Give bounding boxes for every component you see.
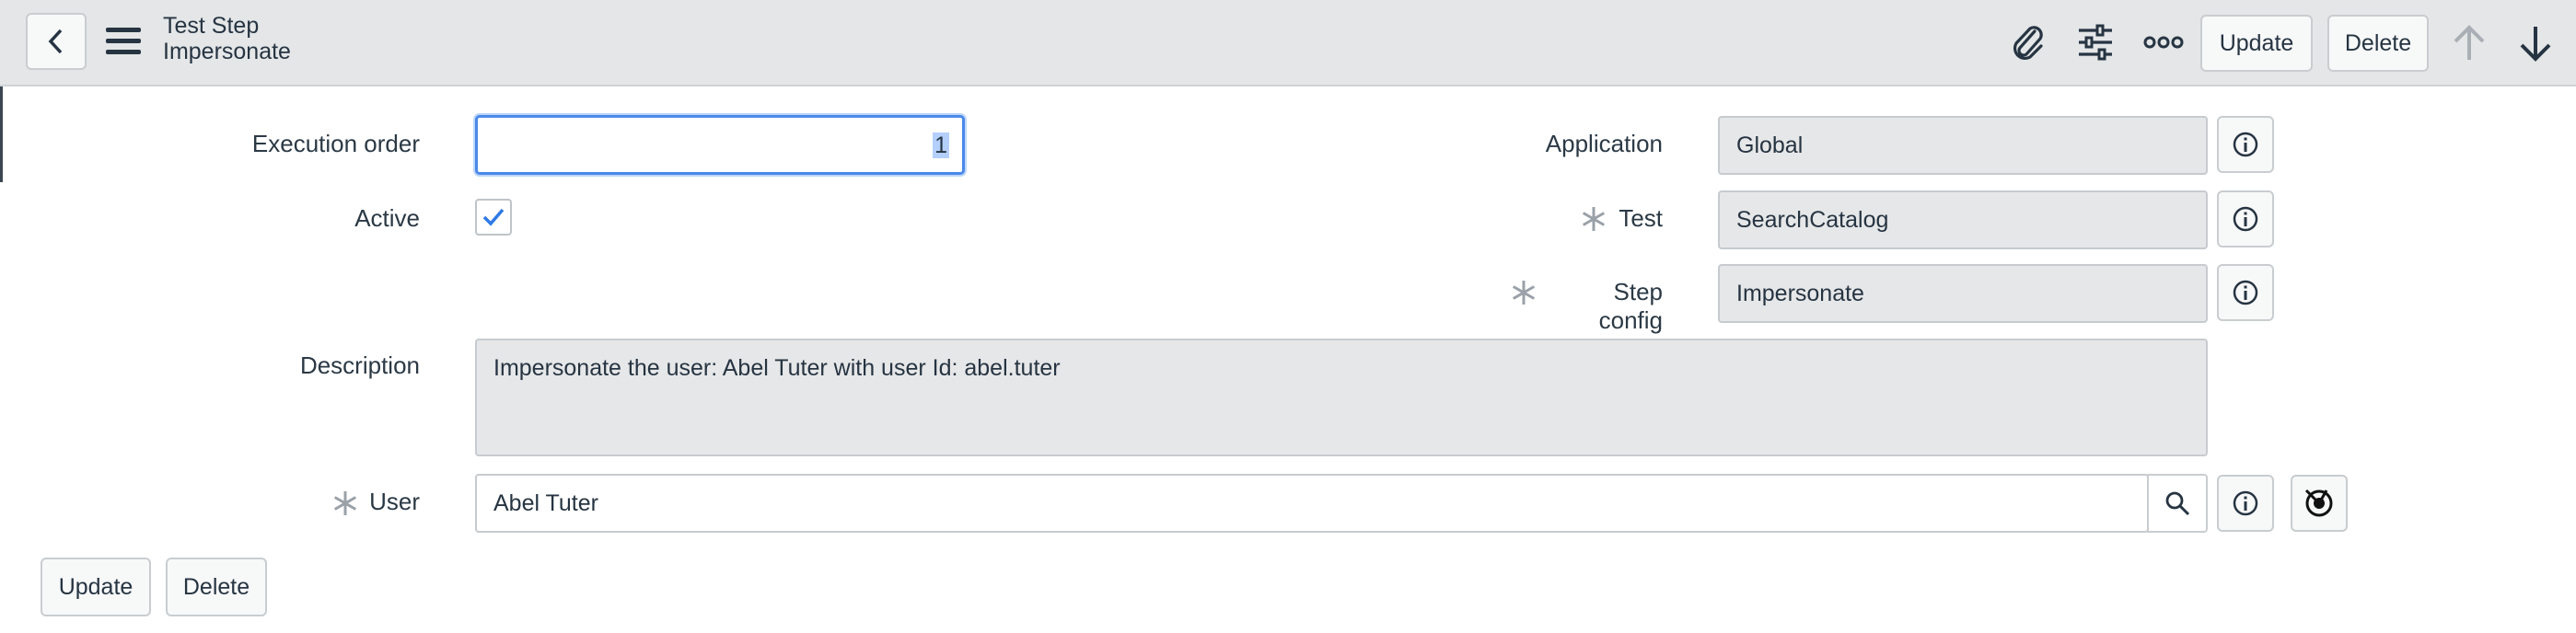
form-title: Test Step [163, 13, 260, 39]
active-label: Active [354, 204, 420, 232]
back-button[interactable] [26, 13, 87, 70]
form-subtitle: Impersonate [163, 39, 291, 64]
update-button[interactable]: Update [2200, 15, 2313, 72]
search-icon [2165, 491, 2190, 516]
footer-update-button[interactable]: Update [41, 558, 151, 616]
left-edge-bar [0, 86, 3, 182]
test-info-button[interactable] [2217, 190, 2274, 247]
footer-delete-button[interactable]: Delete [166, 558, 267, 616]
info-icon [2233, 490, 2258, 516]
info-icon [2233, 280, 2258, 305]
description-label: Description [299, 351, 420, 379]
paperclip-icon[interactable] [2005, 20, 2049, 64]
application-info-button[interactable] [2217, 116, 2274, 173]
more-options-icon[interactable] [2141, 24, 2186, 61]
execution-order-input[interactable]: 1 [475, 115, 965, 175]
info-icon [2233, 206, 2258, 232]
user-info-button[interactable] [2217, 475, 2274, 532]
sliders-icon[interactable] [2073, 20, 2118, 64]
active-checkbox[interactable] [475, 199, 512, 236]
info-icon [2233, 132, 2258, 157]
form-header [0, 0, 2576, 86]
chevron-left-icon [48, 29, 63, 54]
reference-preview-icon [2304, 489, 2333, 517]
hamburger-menu-icon[interactable] [103, 22, 144, 61]
arrow-up-icon[interactable] [2447, 20, 2491, 66]
description-textarea[interactable]: Impersonate the user: Abel Tuter with us… [475, 339, 2208, 456]
user-input[interactable]: Abel Tuter [475, 474, 2149, 533]
arrow-down-icon[interactable] [2513, 20, 2558, 66]
delete-button[interactable]: Delete [2327, 15, 2429, 72]
step-config-label: Step config [1598, 278, 1663, 334]
execution-order-value: 1 [933, 132, 949, 158]
user-preview-button[interactable] [2291, 475, 2348, 532]
execution-order-label: Execution order [251, 130, 420, 157]
application-field[interactable]: Global [1718, 116, 2208, 175]
step-config-field[interactable]: Impersonate [1718, 264, 2208, 323]
test-field[interactable]: SearchCatalog [1718, 190, 2208, 249]
test-label: Test [1619, 204, 1663, 232]
step-config-info-button[interactable] [2217, 264, 2274, 321]
required-asterisk-icon [1510, 279, 1537, 311]
application-label: Application [1545, 130, 1663, 157]
checkmark-icon [482, 208, 505, 226]
user-lookup-button[interactable] [2147, 474, 2208, 533]
user-label: User [369, 488, 420, 515]
